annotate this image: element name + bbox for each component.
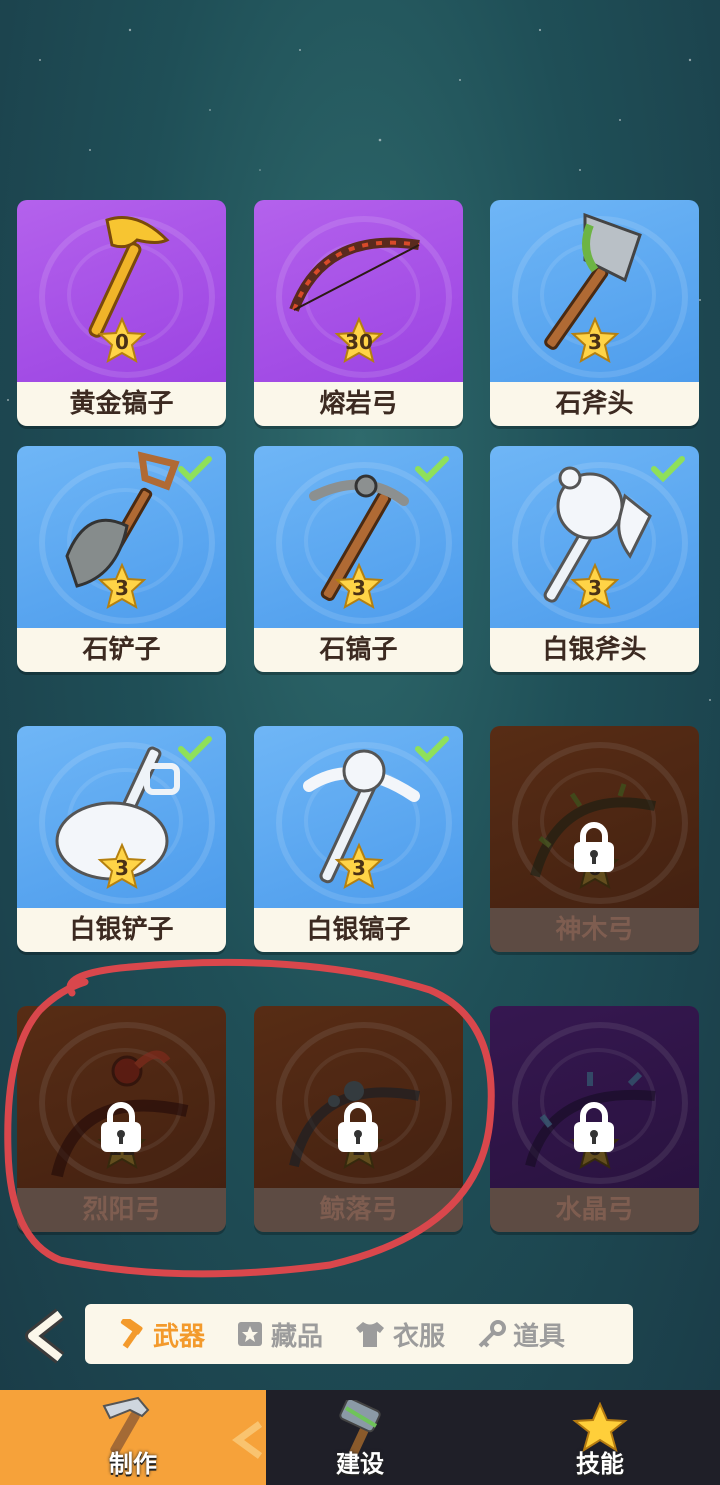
item-card[interactable]: 12 烈阳弓 [17, 1006, 226, 1232]
item-name: 白银铲子 [17, 908, 226, 952]
item-art: 0 [490, 1006, 699, 1188]
item-card[interactable]: 2 鲸落弓 [254, 1006, 463, 1232]
checkmark-icon [415, 736, 449, 762]
item-art: 3 [17, 446, 226, 628]
tab-label: 衣服 [393, 1321, 446, 1352]
tab-collection[interactable]: 藏品 [235, 1316, 323, 1353]
item-name: 黄金镐子 [17, 382, 226, 426]
tab-label: 藏品 [271, 1321, 324, 1352]
star-badge: 3 [334, 842, 384, 892]
item-name: 石镐子 [254, 628, 463, 672]
lock-icon [101, 1102, 141, 1152]
star-count: 30 [345, 330, 373, 354]
item-card[interactable]: 0 黄金镐子 [17, 200, 226, 426]
item-card[interactable]: 3 石斧头 [490, 200, 699, 426]
category-tab-bar: 武器 藏品 衣服 道具 [85, 1304, 633, 1364]
star-count: 3 [115, 856, 129, 880]
item-card[interactable]: 0 神木弓 [490, 726, 699, 952]
item-card[interactable]: 3 白银铲子 [17, 726, 226, 952]
tab-label: 武器 [153, 1321, 206, 1352]
whale-fall-bow-icon [289, 1081, 420, 1168]
item-name: 鲸落弓 [254, 1188, 463, 1232]
tab-clothes[interactable]: 衣服 [353, 1316, 445, 1353]
back-arrow-icon[interactable] [20, 1308, 72, 1364]
star-badge: 30 [334, 316, 384, 366]
item-name: 熔岩弓 [254, 382, 463, 426]
nav-label: 制作 [109, 1450, 157, 1478]
item-art: 3 [490, 446, 699, 628]
tab-label: 道具 [513, 1321, 566, 1352]
lock-icon [338, 1102, 378, 1152]
item-card[interactable]: 30 熔岩弓 [254, 200, 463, 426]
item-art: 3 [254, 446, 463, 628]
star-count: 3 [588, 576, 602, 600]
star-badge: 3 [570, 316, 620, 366]
lock-icon [574, 822, 614, 872]
item-card[interactable]: 3 白银镐子 [254, 726, 463, 952]
item-art: 2 [254, 1006, 463, 1188]
checkmark-icon [651, 456, 685, 482]
bottom-nav: 制作 建设 技能 [0, 1390, 720, 1485]
collection-icon [238, 1322, 263, 1346]
item-card[interactable]: 3 白银斧头 [490, 446, 699, 672]
nav-label: 建设 [336, 1450, 384, 1478]
star-count: 0 [115, 330, 129, 354]
item-name: 神木弓 [490, 908, 699, 952]
item-card[interactable]: 0 水晶弓 [490, 1006, 699, 1232]
item-art: 3 [490, 200, 699, 382]
sacred-wood-bow-icon [530, 783, 657, 878]
crystal-bow-icon [525, 1071, 656, 1168]
star-badge: 3 [97, 562, 147, 612]
star-badge: 3 [97, 842, 147, 892]
star-badge: 3 [570, 562, 620, 612]
item-art: 3 [17, 726, 226, 908]
nav-crafting[interactable]: 制作 [0, 1390, 266, 1485]
nav-label: 技能 [576, 1450, 624, 1478]
nav-building[interactable]: 建设 [240, 1390, 480, 1485]
checkmark-icon [415, 456, 449, 482]
star-badge: 0 [97, 316, 147, 366]
item-name: 白银斧头 [490, 628, 699, 672]
star-badge: 3 [334, 562, 384, 612]
checkmark-icon [178, 456, 212, 482]
item-name: 白银镐子 [254, 908, 463, 952]
item-name: 水晶弓 [490, 1188, 699, 1232]
item-art: 30 [254, 200, 463, 382]
item-card[interactable]: 3 石铲子 [17, 446, 226, 672]
lock-icon [574, 1102, 614, 1152]
hammer-icon [120, 1319, 143, 1349]
item-art: 0 [490, 726, 699, 908]
star-count: 3 [115, 576, 129, 600]
blazing-sun-bow-icon [51, 1050, 189, 1178]
item-name: 烈阳弓 [17, 1188, 226, 1232]
item-name: 石斧头 [490, 382, 699, 426]
tab-props[interactable]: 道具 [475, 1316, 565, 1353]
tab-weapons[interactable]: 武器 [115, 1316, 205, 1353]
checkmark-icon [178, 736, 212, 762]
key-icon [478, 1320, 507, 1348]
item-card[interactable]: 3 石镐子 [254, 446, 463, 672]
star-count: 3 [352, 856, 366, 880]
shirt-icon [356, 1322, 385, 1347]
star-count: 3 [588, 330, 602, 354]
star-count: 3 [352, 576, 366, 600]
item-art: 0 [17, 200, 226, 382]
item-art: 3 [254, 726, 463, 908]
item-art: 12 [17, 1006, 226, 1188]
item-name: 石铲子 [17, 628, 226, 672]
nav-skills[interactable]: 技能 [480, 1390, 720, 1485]
